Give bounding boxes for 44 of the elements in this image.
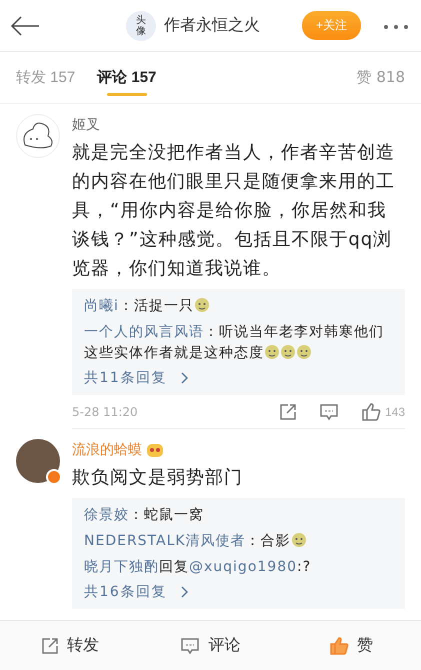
comment-text: 就是完全没把作者当人，作者辛苦创造的内容在他们眼里只是随便拿来用的工具，“用你内容是给你脸，你居然和我谈钱？”这种感觉。包括且不限于qq浏览器，你们知道我说谁。	[72, 141, 396, 281]
user-link[interactable]: NEDERSTALK清风使者	[84, 533, 246, 549]
tab[interactable]: 评论 157	[97, 52, 156, 104]
commenter-name[interactable]: 流浪的蛤蟆	[72, 441, 142, 459]
author-name: 作者永恒之火	[164, 15, 260, 36]
avatar-text: 头像	[136, 14, 146, 36]
comment-time: 5-28 11:20	[72, 404, 139, 418]
share-button[interactable]: 转发	[0, 620, 140, 670]
likes-tab[interactable]: 赞 818	[356, 68, 405, 87]
more-icon	[383, 24, 409, 30]
chevron-right-icon	[180, 586, 188, 598]
reply-text: 一个人的风言风语：听说当年老李对韩寒他们这些实体作者就是这种态度	[84, 323, 385, 363]
share-icon	[278, 402, 297, 420]
emoji-icon	[264, 344, 280, 360]
like-button[interactable]: 赞	[280, 620, 421, 670]
reply-text: NEDERSTALK清风使者：合影	[84, 531, 393, 552]
emoji-icon	[280, 344, 296, 360]
reply-button[interactable]	[318, 402, 339, 420]
comment-button[interactable]: 评论	[140, 620, 281, 670]
emoji-icon	[290, 532, 307, 548]
share-icon	[41, 636, 60, 654]
reply-text: 尚曦i：活捉一只	[84, 296, 393, 317]
more-replies-link[interactable]: 共16条回复	[84, 583, 167, 601]
user-link[interactable]: @xuqigo1980	[189, 559, 298, 575]
thumbs-up-icon	[360, 402, 381, 421]
repost-button[interactable]	[278, 402, 297, 420]
comment-icon	[318, 402, 339, 420]
emoji-icon	[296, 344, 312, 360]
reply-text: 晓月下独酌 回复@xuqigo1980:?	[84, 558, 312, 577]
tab[interactable]: 转发 157	[16, 52, 76, 104]
back-arrow-icon	[10, 16, 40, 36]
reply-text: 徐景姣：蛇鼠一窝	[84, 506, 205, 525]
comment-text: 欺负阅文是弱势部门	[72, 466, 244, 490]
more-replies-link[interactable]: 共11条回复	[84, 369, 167, 387]
user-link[interactable]: 尚曦i	[84, 298, 119, 314]
user-link[interactable]: 徐景姣	[84, 507, 129, 523]
thumbs-up-icon	[328, 636, 349, 655]
chevron-right-icon	[180, 372, 188, 384]
user-link[interactable]: 晓月下独酌	[84, 559, 159, 575]
like-button[interactable]: 143	[360, 402, 405, 421]
emoji-icon	[194, 297, 210, 313]
comment-icon	[180, 636, 200, 654]
user-link[interactable]: 一个人的风言风语	[84, 324, 204, 340]
commenter-name[interactable]: 姬叉	[72, 116, 100, 134]
